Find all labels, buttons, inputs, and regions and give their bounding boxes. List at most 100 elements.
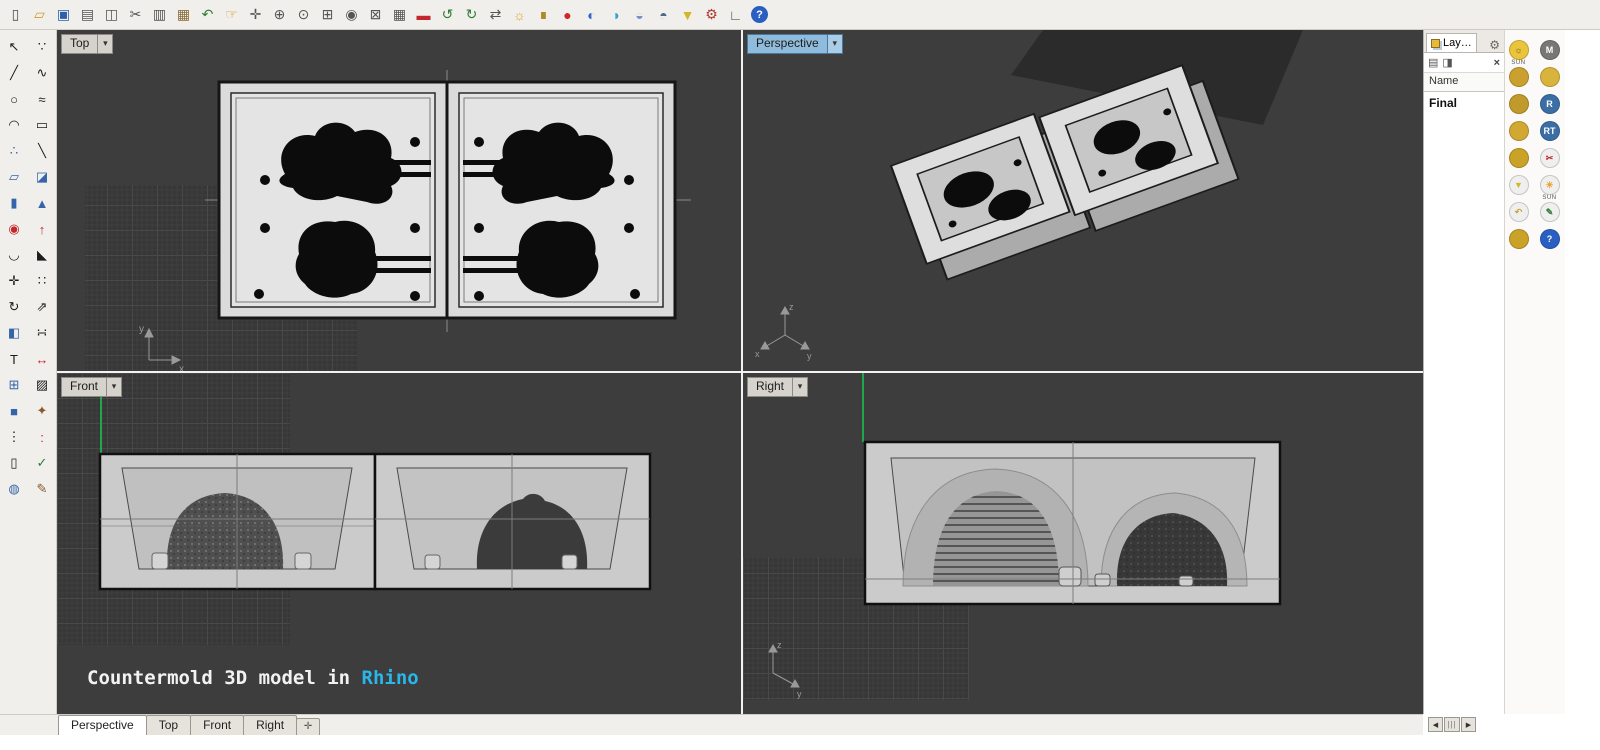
cube-tool[interactable]: ■ [2, 399, 27, 423]
check-tool[interactable]: ✓ [30, 451, 55, 475]
viewport-top[interactable]: y x Top ▾ [57, 30, 741, 371]
viewport-menu-arrow-icon[interactable]: ▾ [827, 34, 843, 54]
dimension-tool[interactable]: ↔ [30, 347, 55, 371]
curve-points-tool[interactable]: ∴ [2, 139, 27, 163]
cone-tool[interactable]: ▲ [30, 191, 55, 215]
viewport-label[interactable]: Perspective [747, 34, 828, 54]
undo-icon[interactable]: ↶ [196, 3, 219, 26]
scale-tool[interactable]: ⇗ [30, 295, 55, 319]
copy-icon[interactable]: ▥ [148, 3, 171, 26]
block-tool[interactable]: ⊞ [2, 373, 27, 397]
zoom-in-icon[interactable]: ⊕ [268, 3, 291, 26]
array-tool[interactable]: ∺ [30, 321, 55, 345]
named-view-car-icon[interactable]: ▬ [412, 3, 435, 26]
zoom-extents-icon[interactable]: ⊠ [364, 3, 387, 26]
settings-gear-icon[interactable]: ⚙ [700, 3, 723, 26]
cplane-icon[interactable]: ∟ [724, 3, 747, 26]
ghosted-ball-icon[interactable]: ◒ [628, 3, 651, 26]
arc-tool[interactable]: ◠ [2, 113, 27, 137]
viewport-right[interactable]: z y Right ▾ [743, 373, 1423, 714]
render-in-window-icon[interactable]: RT [1539, 121, 1560, 141]
fillet-tool[interactable]: ◡ [2, 243, 27, 267]
helix-tool[interactable]: ∿ [30, 61, 55, 85]
surface-tool[interactable]: ▱ [2, 165, 27, 189]
print-icon[interactable]: ▤ [76, 3, 99, 26]
rectangle-tool[interactable]: ▭ [30, 113, 55, 137]
viewport-label[interactable]: Right [747, 377, 794, 397]
render-button-icon[interactable]: R [1539, 94, 1560, 114]
top-view-canvas[interactable]: y x [57, 30, 741, 371]
viewport-title-front[interactable]: Front ▾ [61, 377, 123, 397]
move-tool[interactable]: ✛ [2, 269, 27, 293]
viewport-menu-arrow-icon[interactable]: ▾ [793, 377, 809, 397]
line-tool[interactable]: ╲ [30, 139, 55, 163]
layer-row[interactable]: Final [1424, 92, 1504, 114]
tab-top[interactable]: Top [145, 715, 192, 735]
cycle-view-icon[interactable]: ⇄ [484, 3, 507, 26]
move-icon[interactable]: ✛ [244, 3, 267, 26]
freeform-curve-tool[interactable]: ≈ [30, 87, 55, 111]
material-editor-icon[interactable]: M [1539, 40, 1560, 60]
viewport-title-perspective[interactable]: Perspective ▾ [747, 34, 843, 54]
lock-icon[interactable]: ∎ [532, 3, 555, 26]
zoom-dynamic-icon[interactable]: ⊙ [292, 3, 315, 26]
filter-funnel-icon[interactable]: ▼ [676, 3, 699, 26]
gold-ball2-icon[interactable] [1508, 229, 1529, 249]
cut-icon[interactable]: ✂ [124, 3, 147, 26]
help-icon[interactable]: ? [748, 3, 771, 26]
select-arrow-tool[interactable]: ↖ [2, 35, 27, 59]
copy-tool[interactable]: ∷ [30, 269, 55, 293]
hatch-tool[interactable]: ▨ [30, 373, 55, 397]
xray-ball-icon[interactable]: ◓ [652, 3, 675, 26]
zoom-window-icon[interactable]: ⊞ [316, 3, 339, 26]
layers-tab[interactable]: Lay… [1426, 33, 1477, 52]
new-file-icon[interactable]: ▯ [4, 3, 27, 26]
mirror-tool[interactable]: ◧ [2, 321, 27, 345]
shaded-ball-icon[interactable]: ◑ [604, 3, 627, 26]
gold-ball-icon[interactable] [1508, 148, 1529, 168]
ground-plane-icon[interactable] [1508, 121, 1529, 141]
text-tool[interactable]: T [2, 347, 27, 371]
light-icon[interactable]: ☼ [508, 3, 531, 26]
right-view-canvas[interactable]: z y [743, 373, 1423, 714]
render-ball-icon[interactable]: ◐ [580, 3, 603, 26]
boolean-tool[interactable]: ◉ [2, 217, 27, 241]
point-cloud-tool[interactable]: : [30, 425, 55, 449]
copy-to-clipboard-icon[interactable]: ◫ [100, 3, 123, 26]
panel-gear-icon[interactable]: ⚙ [1487, 38, 1502, 52]
viewport-menu-arrow-icon[interactable]: ▾ [98, 34, 114, 54]
panel-close-icon[interactable]: × [1494, 57, 1500, 69]
loft-tool[interactable]: ◪ [30, 165, 55, 189]
cylinder-tool[interactable]: ▮ [2, 191, 27, 215]
viewport-perspective[interactable]: z x y Perspective ▾ [743, 30, 1423, 371]
rotate-tool[interactable]: ↻ [2, 295, 27, 319]
pencil-tool[interactable]: ✎ [30, 477, 55, 501]
paste-icon[interactable]: ▦ [172, 3, 195, 26]
viewport-title-right[interactable]: Right ▾ [747, 377, 809, 397]
extrude-tool[interactable]: ↑ [30, 217, 55, 241]
tab-right[interactable]: Right [243, 715, 298, 735]
new-sublayer-icon[interactable]: ◨ [1442, 56, 1452, 69]
texture-ball-icon[interactable] [1539, 67, 1560, 87]
sun-study-icon[interactable]: ☀ SUN [1539, 175, 1560, 201]
save-icon[interactable]: ▣ [52, 3, 75, 26]
chamfer-tool[interactable]: ◣ [30, 243, 55, 267]
new-layer-icon[interactable]: ▤ [1428, 56, 1438, 69]
viewport-title-top[interactable]: Top ▾ [61, 34, 114, 54]
scroll-grip[interactable]: ||| [1444, 717, 1460, 732]
hammer-tool[interactable]: ✦ [30, 399, 55, 423]
filter-funnel-small-icon[interactable]: ▼ [1508, 175, 1529, 195]
viewport-label[interactable]: Top [61, 34, 99, 54]
perspective-view-canvas[interactable]: z x y [743, 30, 1423, 371]
environment-ball-icon[interactable] [1508, 94, 1529, 114]
render-ball-gold-icon[interactable] [1508, 67, 1529, 87]
scroll-left-icon[interactable]: ◀ [1428, 717, 1443, 732]
scroll-right-icon[interactable]: ▶ [1461, 717, 1476, 732]
point-grid-tool[interactable]: ⋮ [2, 425, 27, 449]
open-folder-icon[interactable]: ▱ [28, 3, 51, 26]
annotate-pencil-icon[interactable]: ✎ [1539, 202, 1560, 222]
tab-front[interactable]: Front [190, 715, 245, 735]
undo-arrow-icon[interactable]: ↶ [1508, 202, 1529, 222]
front-view-canvas[interactable]: Countermold 3D model in Rhino [57, 373, 741, 714]
viewport-label[interactable]: Front [61, 377, 108, 397]
